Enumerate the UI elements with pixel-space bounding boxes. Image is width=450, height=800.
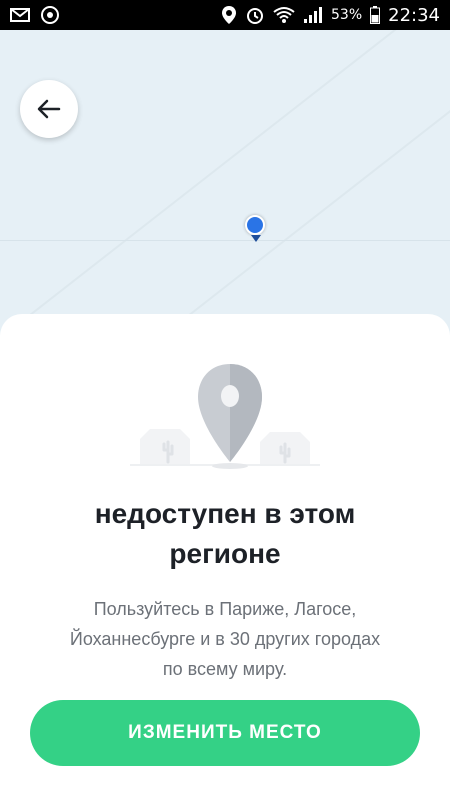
change-location-button[interactable]: ИЗМЕНИТЬ МЕСТО xyxy=(30,700,420,766)
status-bar: 53% 22:34 xyxy=(0,0,450,30)
arrow-left-icon xyxy=(37,99,61,119)
signal-icon xyxy=(303,6,323,24)
bottom-sheet: недоступен в этом регионе Пользуйтесь в … xyxy=(0,314,450,800)
status-time: 22:34 xyxy=(388,4,440,26)
battery-percent: 53% xyxy=(331,7,363,23)
sync-icon xyxy=(40,5,60,25)
map-road xyxy=(0,240,450,241)
battery-icon xyxy=(370,6,381,24)
unavailable-title: недоступен в этом регионе xyxy=(94,498,356,569)
map-road xyxy=(2,30,450,337)
location-icon xyxy=(221,5,237,25)
alarm-icon xyxy=(245,5,265,25)
map-view[interactable]: Google xyxy=(0,30,450,340)
back-button[interactable] xyxy=(20,80,78,138)
unavailable-subtitle: Пользуйтесь в Париже, Лагосе, Йоханнесбу… xyxy=(69,599,381,679)
map-road xyxy=(0,105,450,340)
mail-icon xyxy=(10,8,30,22)
map-pin-icon xyxy=(198,364,262,462)
wifi-icon xyxy=(273,6,295,24)
user-heading-icon xyxy=(251,235,261,242)
user-location-dot xyxy=(245,215,265,235)
unavailable-region-illustration xyxy=(120,354,330,484)
